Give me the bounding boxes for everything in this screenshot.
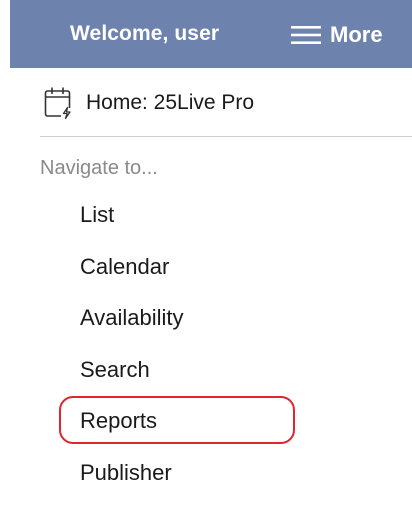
nav-item-calendar[interactable]: Calendar — [80, 251, 184, 303]
more-menu-button[interactable]: More — [291, 18, 383, 52]
home-label: Home: 25Live Pro — [86, 91, 254, 115]
nav-item-publisher[interactable]: Publisher — [80, 457, 184, 508]
home-link[interactable]: Home: 25Live Pro — [44, 84, 254, 122]
navigate-heading: Navigate to... — [40, 157, 158, 180]
nav-item-availability[interactable]: Availability — [80, 302, 184, 354]
nav-item-search[interactable]: Search — [80, 354, 184, 406]
more-label: More — [330, 22, 383, 48]
nav-item-reports[interactable]: Reports — [80, 405, 184, 457]
top-header-bar: Welcome, user More — [10, 0, 412, 68]
calendar-icon — [44, 86, 74, 120]
divider — [40, 136, 412, 137]
navigation-list: List Calendar Availability Search Report… — [80, 199, 184, 508]
welcome-text: Welcome, user — [70, 22, 219, 46]
hamburger-icon — [291, 25, 321, 45]
nav-item-list[interactable]: List — [80, 199, 184, 251]
